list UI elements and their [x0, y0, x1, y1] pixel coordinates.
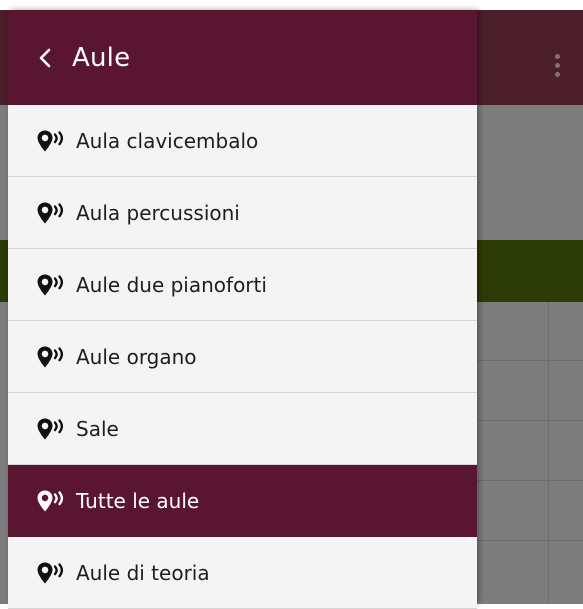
chevron-left-icon[interactable] — [36, 44, 54, 72]
list-item[interactable]: Aule di teoria — [8, 537, 477, 609]
list-item-label: Aula percussioni — [76, 200, 240, 225]
list-item-label: Sale — [76, 416, 119, 441]
more-vertical-icon[interactable] — [555, 54, 561, 80]
list-item[interactable]: Sale — [8, 393, 477, 465]
list-item-label: Aule organo — [76, 344, 197, 369]
location-pin-sound-icon — [36, 129, 68, 153]
list-item-label: Tutte le aule — [76, 488, 200, 513]
drawer-header: Aule — [8, 10, 477, 105]
list-item-label: Aule di teoria — [76, 560, 210, 585]
list-item[interactable]: Aula clavicembalo — [8, 105, 477, 177]
list-item[interactable]: Tutte le aule — [8, 465, 477, 537]
grid-divider — [477, 360, 583, 361]
location-pin-sound-icon — [36, 273, 68, 297]
location-pin-sound-icon — [36, 561, 68, 585]
grid-divider — [477, 420, 583, 421]
classroom-list: Aula clavicembalo Aula percussioni Aule … — [8, 105, 477, 609]
grid-divider — [477, 540, 583, 541]
location-pin-sound-icon — [36, 345, 68, 369]
grid-divider — [548, 302, 549, 604]
list-item[interactable]: Aule organo — [8, 321, 477, 393]
list-item-label: Aule due pianoforti — [76, 272, 267, 297]
navigation-drawer: Aule Aula clavicembalo Aula percussioni … — [8, 10, 477, 609]
location-pin-sound-icon — [36, 201, 68, 225]
list-item[interactable]: Aula percussioni — [8, 177, 477, 249]
list-item[interactable]: Aule due pianoforti — [8, 249, 477, 321]
grid-divider — [477, 480, 583, 481]
drawer-title: Aule — [72, 42, 131, 73]
location-pin-sound-icon — [36, 417, 68, 441]
list-item-label: Aula clavicembalo — [76, 128, 259, 153]
location-pin-sound-icon — [36, 489, 68, 513]
